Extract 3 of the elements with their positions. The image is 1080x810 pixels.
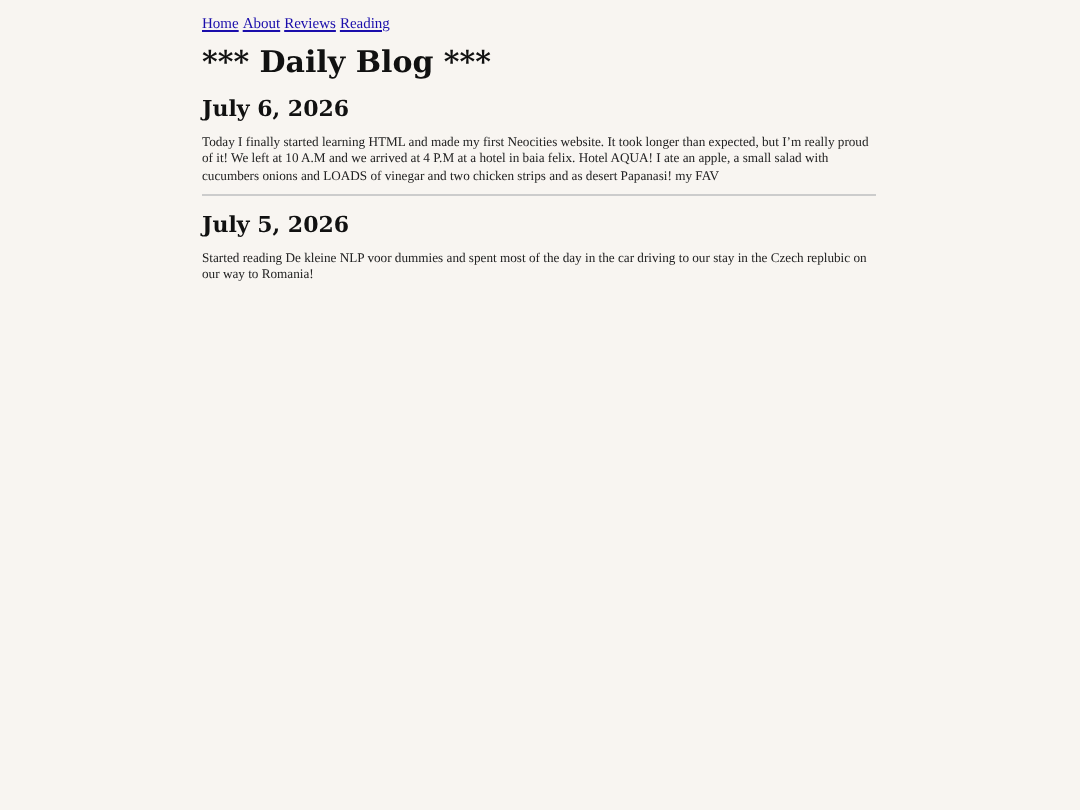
blog-title: *** Daily Blog *** (202, 44, 493, 80)
post-date: July 5, 2026 (202, 211, 352, 238)
post-date: July 6, 2026 (202, 96, 352, 122)
